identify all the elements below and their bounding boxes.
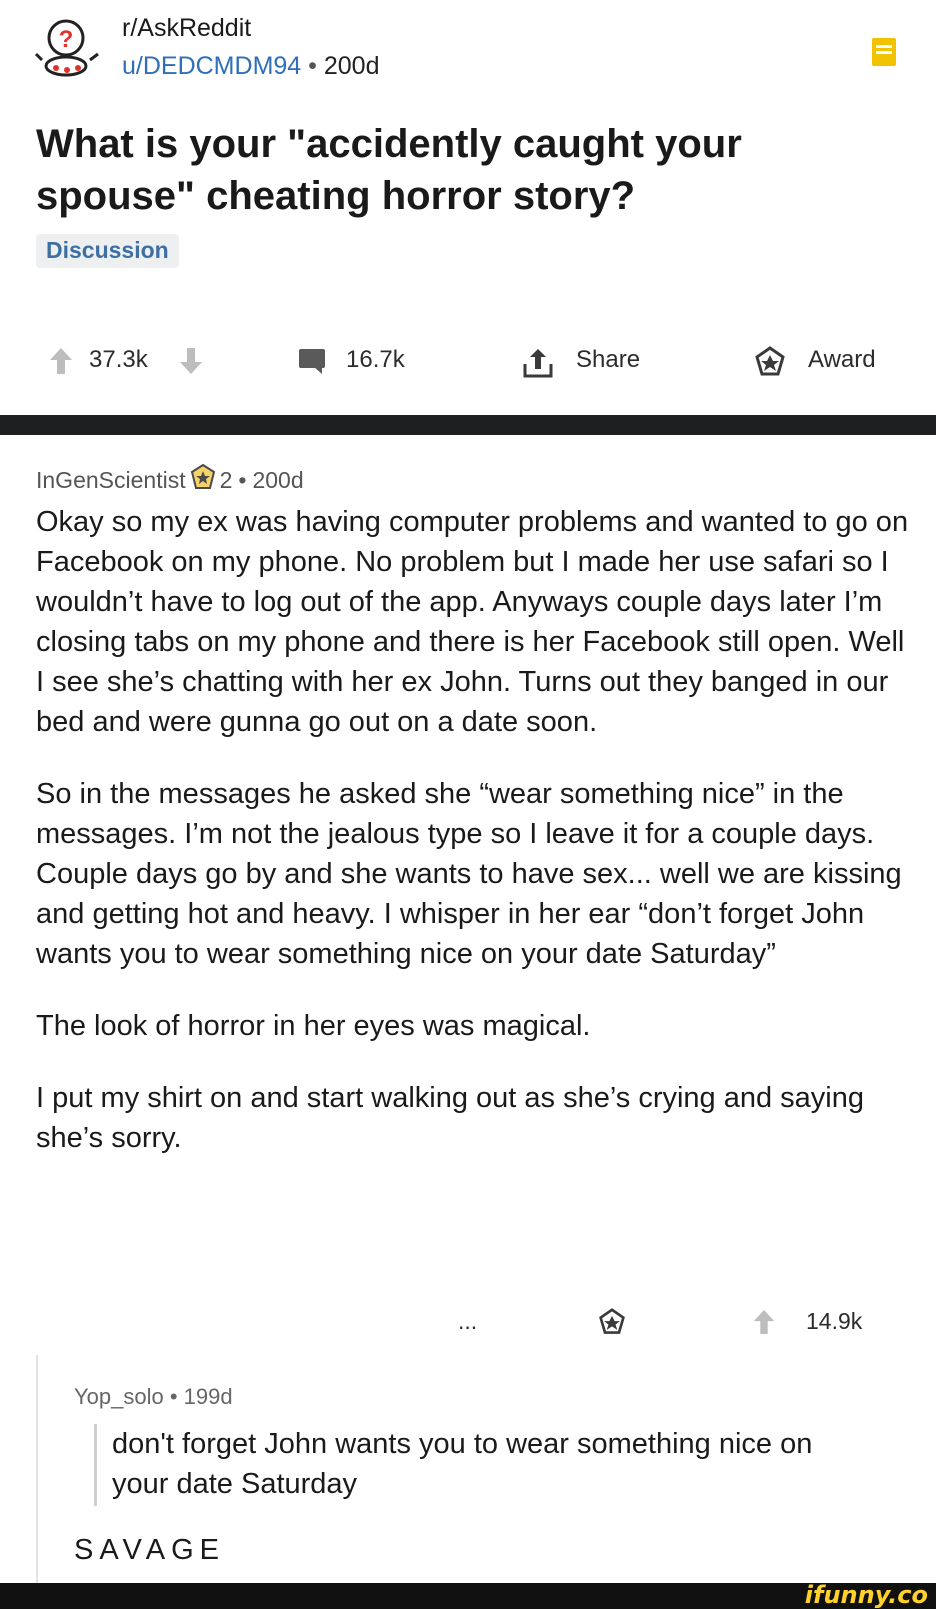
- post-age: 200d: [323, 52, 380, 80]
- downvote-icon[interactable]: [178, 346, 204, 376]
- meta-separator: •: [169, 1384, 178, 1409]
- comment-body: Okay so my ex was having computer proble…: [36, 502, 916, 1190]
- comment-paragraph: Okay so my ex was having computer proble…: [36, 506, 909, 738]
- comment-paragraph: I put my shirt on and start walking out …: [36, 1082, 865, 1154]
- post-flair: Discussion: [36, 234, 179, 268]
- meta-separator: •: [238, 466, 247, 493]
- comment-icon[interactable]: [298, 346, 326, 376]
- meta-separator: •: [308, 52, 317, 80]
- section-divider: [0, 415, 936, 435]
- post-comment-count[interactable]: 16.7k: [346, 346, 405, 374]
- reply-text: SAVAGE: [74, 1534, 225, 1566]
- thread-line[interactable]: [36, 1355, 38, 1585]
- post-title[interactable]: What is your "accidently caught your spo…: [36, 118, 866, 222]
- comment-action-bar: ... 14.9k: [0, 1302, 936, 1346]
- comment-author[interactable]: InGenScientist: [36, 467, 186, 494]
- share-icon[interactable]: [522, 346, 554, 380]
- footer-bar: [0, 1583, 936, 1609]
- watermark: ifunny.co: [804, 1581, 928, 1609]
- comment-age: 200d: [252, 466, 304, 493]
- reply-author[interactable]: Yop_solo: [74, 1384, 164, 1409]
- subreddit-avatar-icon[interactable]: ?: [34, 14, 104, 88]
- award-button[interactable]: Award: [808, 346, 876, 374]
- more-icon[interactable]: ...: [458, 1308, 477, 1335]
- save-icon[interactable]: [872, 38, 896, 66]
- post-author[interactable]: u/DEDCMDM94: [122, 52, 301, 80]
- quote-bar: [94, 1424, 97, 1506]
- upvote-icon[interactable]: [48, 346, 74, 376]
- post-vote-count: 37.3k: [89, 346, 148, 373]
- comment-paragraph: The look of horror in her eyes was magic…: [36, 1010, 591, 1042]
- post-meta: u/DEDCMDM94 • 200d: [122, 52, 380, 81]
- comment-meta: InGenScientist 2 • 200d: [36, 463, 304, 496]
- reply-age: 199d: [183, 1384, 233, 1409]
- svg-text:?: ?: [59, 26, 74, 53]
- comment-vote-count: 14.9k: [806, 1308, 863, 1334]
- post-action-bar: 37.3k 16.7k Share Award: [0, 336, 936, 392]
- award-icon[interactable]: [754, 346, 786, 378]
- award-icon[interactable]: [598, 1308, 626, 1336]
- subreddit-name[interactable]: r/AskReddit: [122, 14, 251, 43]
- share-button[interactable]: Share: [576, 346, 640, 374]
- reply-meta: Yop_solo • 199d: [74, 1384, 233, 1410]
- upvote-icon[interactable]: [752, 1308, 776, 1336]
- badge-icon: [190, 463, 216, 496]
- comment-badge-count: 2: [219, 466, 233, 493]
- comment-paragraph: So in the messages he asked she “wear so…: [36, 778, 902, 970]
- reply-quote: don't forget John wants you to wear some…: [112, 1428, 813, 1500]
